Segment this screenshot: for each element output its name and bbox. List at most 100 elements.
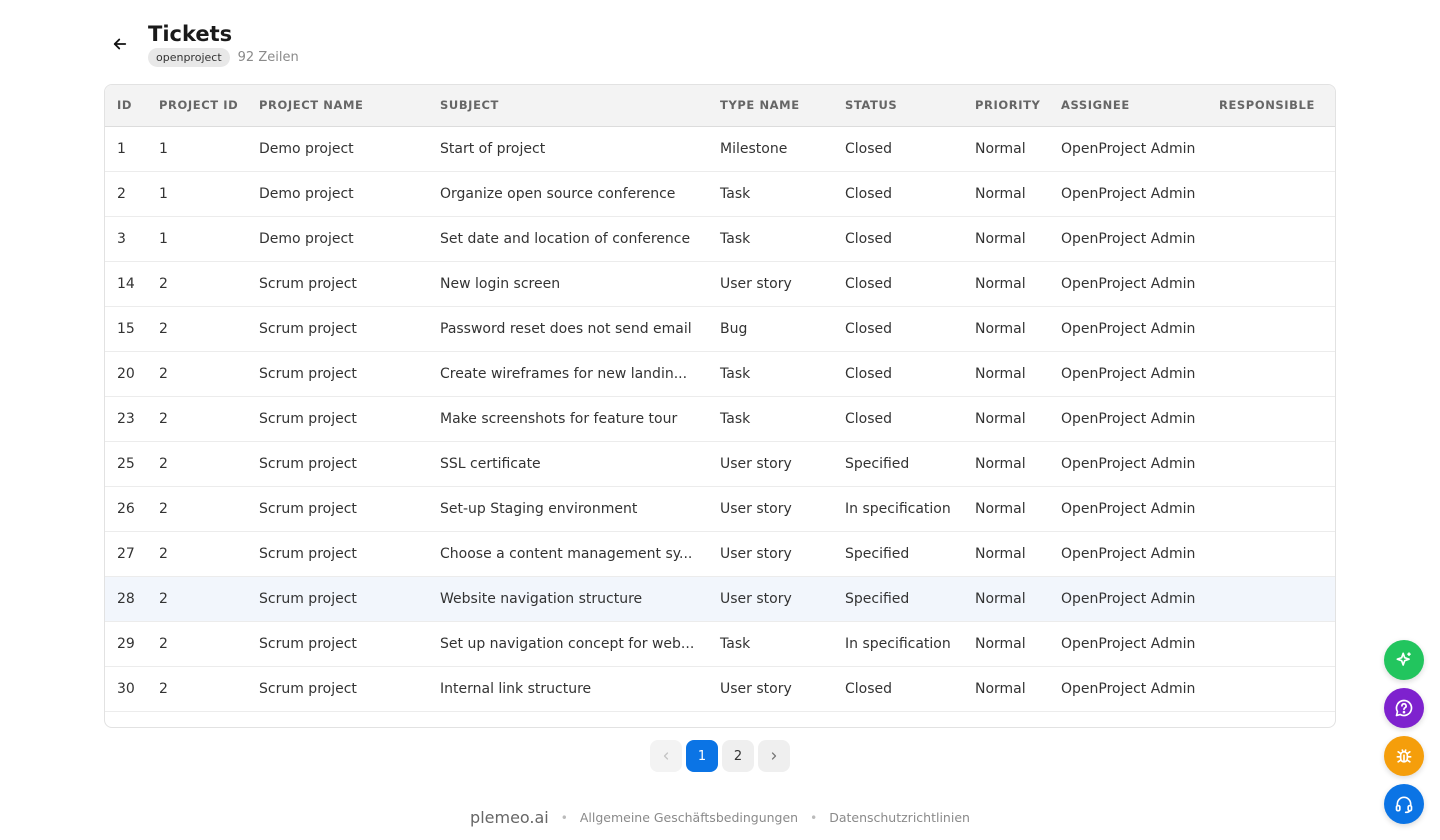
column-header-project-id[interactable]: PROJECT ID	[147, 85, 247, 126]
cell-id: 23	[117, 410, 135, 427]
column-header-assignee[interactable]: ASSIGNEE	[1049, 85, 1207, 126]
table-row[interactable]: 30 2 Scrum project Internal link structure U…	[105, 666, 1335, 711]
cell-priority: Normal	[975, 590, 1026, 607]
column-header-status[interactable]: STATUS	[833, 85, 963, 126]
cell-id: 2	[117, 185, 126, 202]
cell-status: In specification	[845, 635, 951, 652]
footer-brand[interactable]: plemeo.ai	[470, 808, 549, 827]
cell-status: Closed	[845, 140, 893, 157]
cell-project-id: 2	[159, 275, 168, 292]
cell-responsible	[1207, 621, 1335, 666]
column-header-subject[interactable]: SUBJECT	[428, 85, 708, 126]
cell-assignee: OpenProject Admin	[1061, 140, 1196, 157]
cell-status: Closed	[845, 365, 893, 382]
cell-type-name: User story	[720, 455, 792, 472]
table-row[interactable]: 29 2 Scrum project Set up navigation concep…	[105, 621, 1335, 666]
next-page-button[interactable]	[758, 740, 790, 772]
cell-id: 26	[117, 500, 135, 517]
footer-separator: •	[810, 810, 818, 825]
privacy-link[interactable]: Datenschutzrichtlinien	[829, 810, 970, 825]
cell-responsible	[1207, 306, 1335, 351]
page-button-1[interactable]: 1	[686, 740, 718, 772]
cell-type-name: Milestone	[720, 140, 788, 157]
table-row[interactable]: 25 2 Scrum project SSL certificate User stor…	[105, 441, 1335, 486]
cell-project-id: 2	[159, 590, 168, 607]
row-count: 92 Zeilen	[237, 50, 299, 65]
cell-responsible	[1207, 261, 1335, 306]
table-row[interactable]: 26 2 Scrum project Set-up Staging environme…	[105, 486, 1335, 531]
cell-responsible	[1207, 396, 1335, 441]
back-button[interactable]	[104, 28, 136, 60]
column-header-responsible[interactable]: RESPONSIBLE	[1207, 85, 1335, 126]
headset-icon	[1395, 796, 1413, 814]
cell-assignee: OpenProject Admin	[1061, 680, 1196, 697]
cell-responsible	[1207, 351, 1335, 396]
cell-responsible	[1207, 441, 1335, 486]
column-header-priority[interactable]: PRIORITY	[963, 85, 1049, 126]
cell-type-name: User story	[720, 590, 792, 607]
cell-type-name: User story	[720, 680, 792, 697]
cell-project-id: 2	[159, 410, 168, 427]
table-row[interactable]: 23 2 Scrum project Make screenshots for fea…	[105, 396, 1335, 441]
cell-subject: Create wireframes for new landin...	[440, 365, 688, 382]
cell-subject: SSL certificate	[440, 455, 541, 472]
sparkle-icon	[1396, 652, 1411, 666]
cell-priority: Normal	[975, 140, 1026, 157]
cell-id: 30	[117, 680, 135, 697]
page-title: Tickets	[148, 22, 233, 46]
cell-assignee: OpenProject Admin	[1061, 455, 1196, 472]
cell-type-name: Task	[720, 230, 751, 247]
cell-priority: Normal	[975, 410, 1026, 427]
table-row[interactable]: 1 1 Demo project Start of project Milestone C…	[105, 126, 1335, 171]
table-row[interactable]: 2 1 Demo project Organize open source confe…	[105, 171, 1335, 216]
table-row[interactable]: 14 2 Scrum project New login screen User sto…	[105, 261, 1335, 306]
cell-project-id: 2	[159, 500, 168, 517]
cell-project-id: 2	[159, 365, 168, 382]
cell-project-id: 2	[159, 680, 168, 697]
chevron-left-icon	[663, 752, 669, 760]
terms-link[interactable]: Allgemeine Geschäftsbedingungen	[580, 810, 798, 825]
report-bug-button[interactable]	[1384, 736, 1424, 776]
column-header-project-name[interactable]: PROJECT NAME	[247, 85, 428, 126]
table-row[interactable]: 20 2 Scrum project Create wireframes for ne…	[105, 351, 1335, 396]
column-header-id[interactable]: ID	[105, 85, 147, 126]
cell-id: 14	[117, 275, 135, 292]
table-row[interactable]: 28 2 Scrum project Website navigation struc…	[105, 576, 1335, 621]
cell-assignee: OpenProject Admin	[1061, 365, 1196, 382]
cell-priority: Normal	[975, 680, 1026, 697]
cell-status: In specification	[845, 500, 951, 517]
cell-assignee: OpenProject Admin	[1061, 635, 1196, 652]
cell-priority: Normal	[975, 365, 1026, 382]
cell-project-id: 2	[159, 320, 168, 337]
cell-subject: Start of project	[440, 140, 546, 157]
meta-row: openproject 92 Zeilen	[148, 48, 299, 67]
cell-type-name: User story	[720, 500, 792, 517]
cell-status: Closed	[845, 185, 893, 202]
pagination: 1 2	[650, 740, 790, 772]
cell-assignee: OpenProject Admin	[1061, 590, 1196, 607]
ai-assistant-button[interactable]	[1384, 640, 1424, 680]
cell-id: 15	[117, 320, 135, 337]
cell-status: Specified	[845, 455, 910, 472]
cell-priority: Normal	[975, 275, 1026, 292]
cell-priority: Normal	[975, 320, 1026, 337]
table-row[interactable]: 27 2 Scrum project Choose a content managem…	[105, 531, 1335, 576]
cell-assignee: OpenProject Admin	[1061, 545, 1196, 562]
cell-type-name: Task	[720, 185, 751, 202]
cell-project-id: 1	[159, 140, 168, 157]
cell-subject: Set date and location of conference	[440, 230, 691, 247]
table-row[interactable]: 15 2 Scrum project Password reset does not …	[105, 306, 1335, 351]
column-header-type-name[interactable]: TYPE NAME	[708, 85, 833, 126]
help-chat-button[interactable]	[1384, 688, 1424, 728]
page-header: Tickets openproject 92 Zeilen	[104, 20, 299, 67]
cell-type-name: Bug	[720, 320, 748, 337]
page-button-2[interactable]: 2	[722, 740, 754, 772]
cell-project-name: Scrum project	[259, 545, 357, 562]
cell-responsible	[1207, 666, 1335, 711]
cell-responsible	[1207, 171, 1335, 216]
prev-page-button[interactable]	[650, 740, 682, 772]
support-button[interactable]	[1384, 784, 1424, 824]
arrow-left-icon	[113, 38, 127, 50]
table-row[interactable]: 3 1 Demo project Set date and location of c…	[105, 216, 1335, 261]
cell-subject: Choose a content management sy...	[440, 545, 693, 562]
